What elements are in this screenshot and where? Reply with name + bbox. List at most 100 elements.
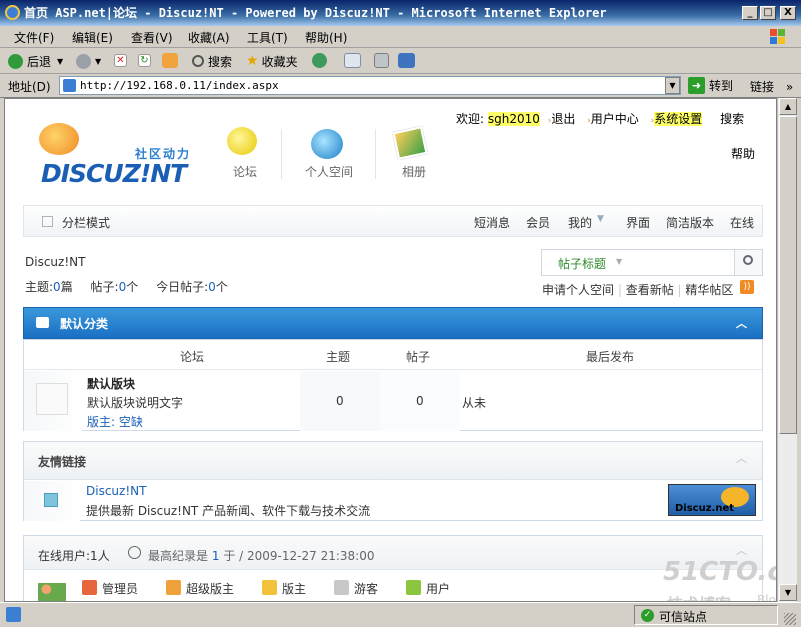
category-header[interactable]: 默认分类 ︿	[23, 307, 763, 339]
minimize-button[interactable]: _	[742, 6, 758, 20]
mode-checkbox-icon[interactable]	[42, 216, 53, 227]
forum-name: Discuz!NT	[25, 255, 86, 269]
record-value: 1	[211, 549, 220, 563]
friend-link-logo[interactable]: Discuz.net	[668, 484, 756, 516]
back-label: 后退	[27, 54, 52, 69]
menu-tools[interactable]: 工具(T)	[247, 29, 288, 46]
print-icon[interactable]	[374, 53, 389, 68]
refresh-icon[interactable]: ↻	[138, 54, 151, 67]
col-posts: 帖子	[406, 350, 431, 364]
vertical-scrollbar[interactable]: ▲ ▼	[777, 98, 797, 602]
scroll-down-icon[interactable]: ▼	[779, 584, 797, 601]
edit-icon[interactable]	[398, 53, 415, 68]
magnifier-icon	[743, 255, 753, 265]
legend-moderator: 版主	[282, 582, 307, 596]
logo-bubble-icon	[39, 123, 79, 155]
title-bar[interactable]: 首页 ASP.net|论坛 - Discuz!NT - Powered by D…	[0, 0, 801, 26]
menu-view[interactable]: 查看(V)	[131, 29, 173, 46]
home-link-icon	[44, 493, 58, 507]
forum-posts-count: 0	[416, 394, 424, 408]
space-nav-icon[interactable]	[311, 129, 343, 159]
search-input[interactable]	[632, 252, 732, 273]
go-label: 转到	[709, 79, 734, 93]
links-button[interactable]: 链接 »	[750, 78, 793, 95]
stat-today: 0	[208, 280, 216, 294]
speech-bubble-icon	[36, 317, 49, 328]
forward-button[interactable]: ▼	[76, 52, 101, 70]
chevron-down-icon: ▼	[616, 257, 623, 266]
search-submit-button[interactable]	[734, 250, 762, 275]
collapse-icon[interactable]: ︿	[736, 450, 747, 466]
stat-topics: 0	[53, 280, 61, 294]
navbar-messages[interactable]: 短消息	[474, 214, 510, 231]
column-mode-link[interactable]: 分栏模式	[62, 214, 110, 231]
username-link[interactable]: sgh2010	[487, 112, 540, 126]
search-type-select[interactable]: 帖子标题	[558, 255, 606, 272]
scroll-up-icon[interactable]: ▲	[779, 98, 797, 115]
back-button[interactable]: 后退 ▼	[8, 52, 63, 70]
navbar-simple[interactable]: 简洁版本	[666, 214, 714, 231]
moderator-value[interactable]: 空缺	[119, 415, 143, 429]
media-icon[interactable]	[312, 53, 327, 68]
user-icon	[406, 580, 421, 595]
search-button[interactable]: 搜索	[192, 52, 232, 70]
toolbar: 后退 ▼ ▼ ✕ ↻ 搜索 ★ 收藏夹	[0, 48, 801, 74]
menu-edit[interactable]: 编辑(E)	[72, 29, 113, 46]
nav-personal-space[interactable]: 个人空间	[305, 163, 353, 180]
guest-icon	[334, 580, 349, 595]
album-nav-icon[interactable]	[392, 126, 428, 160]
table-row: 默认版块 默认版块说明文字 版主: 空缺 0 0 从未	[24, 371, 762, 431]
resize-grip-icon[interactable]	[784, 613, 796, 625]
navbar-theme[interactable]: 界面	[626, 214, 650, 231]
menu-help[interactable]: 帮助(H)	[305, 29, 347, 46]
back-arrow-icon	[8, 53, 23, 69]
favorites-button[interactable]: ★ 收藏夹	[246, 52, 298, 70]
maximize-button[interactable]: □	[760, 6, 776, 20]
moderator-label: 版主:	[87, 415, 116, 429]
legend-user: 用户	[426, 582, 451, 596]
links-more-icon: »	[785, 80, 794, 94]
user-center-link[interactable]: 用户中心	[591, 112, 639, 126]
friend-links-title: 友情链接	[38, 455, 87, 469]
collapse-icon[interactable]: ︿	[736, 542, 747, 558]
stop-icon[interactable]: ✕	[114, 54, 127, 67]
mail-icon[interactable]	[344, 53, 361, 68]
search-link[interactable]: 搜索	[720, 112, 744, 126]
friend-links-header[interactable]: 友情链接 ︿	[24, 442, 762, 480]
menu-favorites[interactable]: 收藏(A)	[188, 29, 230, 46]
digest-link[interactable]: 精华帖区	[685, 283, 733, 297]
navbar-members[interactable]: 会员	[526, 214, 550, 231]
address-input[interactable]: http://192.168.0.11/index.aspx	[59, 76, 681, 95]
links-label: 链接	[750, 80, 775, 94]
online-header[interactable]: 在线用户:1人 最高纪录是 1 于 / 2009-12-27 21:38:00 …	[24, 536, 762, 570]
home-icon[interactable]	[162, 53, 178, 68]
navbar-online[interactable]: 在线	[730, 214, 754, 231]
collapse-icon[interactable]: ︿	[736, 315, 747, 331]
star-icon: ★	[246, 53, 259, 69]
address-url: http://192.168.0.11/index.aspx	[80, 79, 279, 92]
rss-icon[interactable]: ))	[740, 280, 754, 294]
nav-forum[interactable]: 论坛	[233, 163, 257, 180]
close-button[interactable]: X	[780, 6, 796, 20]
scroll-thumb[interactable]	[779, 116, 797, 434]
col-last-post: 最后发布	[586, 350, 635, 364]
nav-album[interactable]: 相册	[402, 163, 426, 180]
logout-link[interactable]: 退出	[551, 112, 575, 126]
go-button[interactable]: ➜ 转到	[688, 77, 733, 94]
site-logo[interactable]: DISCUZ!NT	[41, 159, 187, 188]
forum-title-link[interactable]: 默认版块	[87, 375, 135, 392]
friend-link-description: 提供最新 Discuz!NT 产品新闻、软件下载与技术交流	[86, 504, 371, 518]
friend-link-title[interactable]: Discuz!NT	[86, 484, 146, 498]
menu-file[interactable]: 文件(F)	[14, 29, 54, 46]
forum-last-post: 从未	[462, 396, 487, 410]
forum-status-icon	[36, 383, 68, 415]
new-posts-link[interactable]: 查看新帖	[626, 283, 674, 297]
help-link[interactable]: 帮助	[731, 145, 755, 162]
forum-nav-icon[interactable]	[227, 127, 257, 155]
online-label: 在线用户:	[38, 549, 91, 563]
navbar-my[interactable]: 我的	[568, 214, 592, 231]
stat-posts-label: 帖子:	[90, 280, 119, 294]
apply-space-link[interactable]: 申请个人空间	[542, 283, 614, 297]
address-dropdown-icon[interactable]: ▼	[665, 77, 680, 94]
system-settings-link[interactable]: 系统设置	[654, 112, 703, 126]
